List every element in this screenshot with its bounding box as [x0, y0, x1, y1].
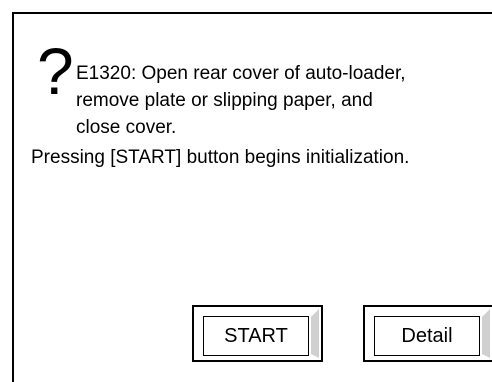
instruction-text: Pressing [START] button begins initializ…	[31, 147, 410, 168]
button-bevel-shade	[311, 309, 319, 358]
button-bevel-shade	[482, 309, 490, 358]
detail-button-label: Detail	[374, 316, 480, 356]
error-message-line-2: remove plate or slipping paper, and	[76, 90, 373, 111]
start-button[interactable]: START	[192, 305, 323, 362]
error-message-line-3: close cover.	[76, 117, 177, 138]
error-message-line-1: E1320: Open rear cover of auto-loader,	[76, 63, 406, 84]
start-button-label: START	[203, 316, 309, 356]
detail-button[interactable]: Detail	[363, 305, 492, 362]
question-mark-icon: ?	[37, 34, 74, 108]
